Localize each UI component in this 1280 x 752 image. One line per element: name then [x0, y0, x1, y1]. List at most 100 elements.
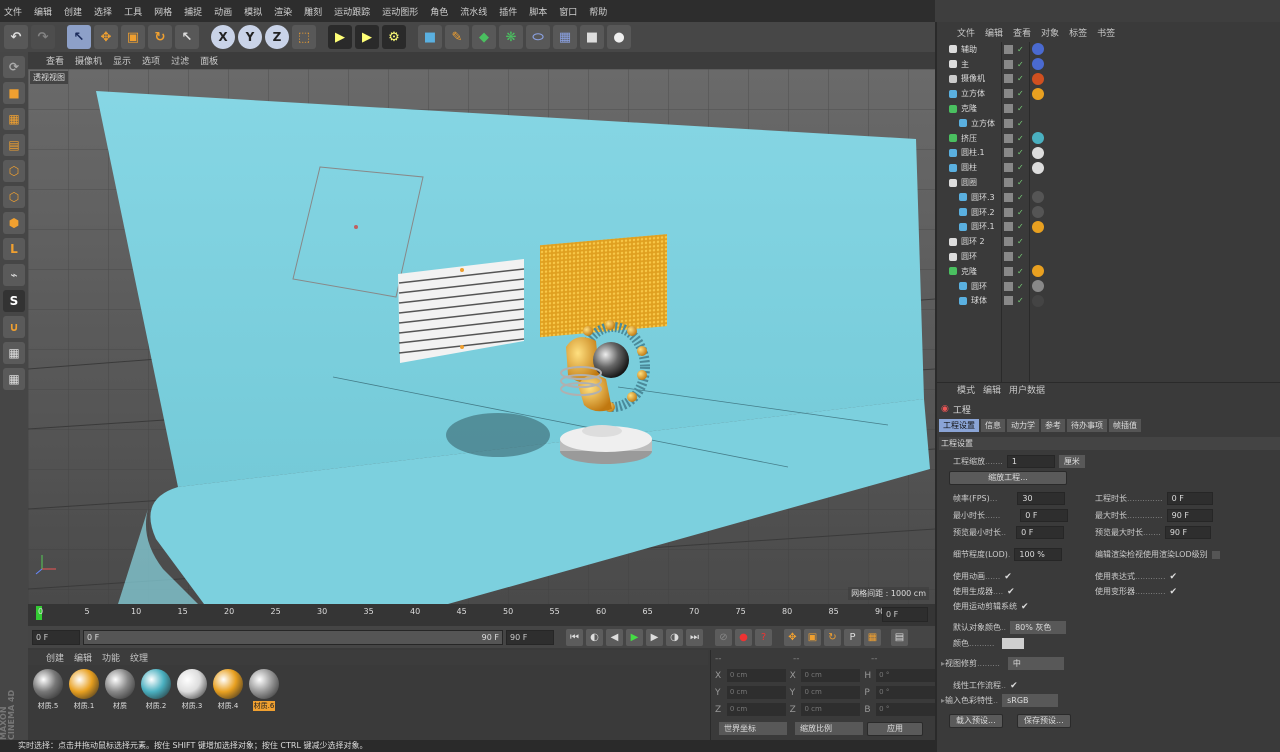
- visibility-toggle-icon[interactable]: [1004, 44, 1013, 54]
- visibility-toggle-icon[interactable]: [1004, 89, 1013, 99]
- light-icon[interactable]: ●: [607, 25, 631, 49]
- menu-item[interactable]: 运动图形: [382, 5, 418, 18]
- material-swatch[interactable]: 材质.5: [32, 669, 64, 736]
- attribute-tab[interactable]: 动力学: [1007, 419, 1039, 432]
- menu-item[interactable]: 文件: [4, 5, 22, 18]
- prev-key-icon[interactable]: ◐: [586, 628, 603, 646]
- material-tag-icon[interactable]: [1032, 161, 1044, 174]
- material-menu-item[interactable]: 功能: [102, 651, 120, 664]
- object-name[interactable]: 立方体: [961, 88, 985, 99]
- menu-item[interactable]: 选择: [94, 5, 112, 18]
- scale-project-button[interactable]: 缩放工程...: [949, 471, 1067, 485]
- material-swatch[interactable]: 材质.3: [176, 669, 208, 736]
- coord-field[interactable]: 0 cm: [801, 703, 861, 716]
- coord-field[interactable]: 0 cm: [726, 703, 786, 716]
- scale-mode-dropdown[interactable]: 缩放比例: [795, 722, 863, 735]
- color-swatch[interactable]: [1002, 638, 1025, 649]
- key-scale-icon[interactable]: ▣: [804, 628, 821, 646]
- max-time-field[interactable]: 90 F: [1166, 509, 1213, 522]
- visibility-toggle-icon[interactable]: [1004, 222, 1013, 232]
- viewport-menu-item[interactable]: 查看: [46, 54, 64, 67]
- enabled-check-icon[interactable]: ✓: [1017, 134, 1024, 143]
- menu-item[interactable]: 窗口: [559, 5, 577, 18]
- material-tag-icon[interactable]: [1032, 206, 1044, 219]
- object-row[interactable]: 球体 ✓: [937, 294, 1280, 309]
- go-to-start-icon[interactable]: ⏮: [566, 628, 583, 646]
- redo-icon[interactable]: ↷: [31, 25, 55, 49]
- object-name[interactable]: 主: [961, 59, 969, 70]
- enabled-check-icon[interactable]: ✓: [1017, 148, 1024, 157]
- world-coordinates-dropdown[interactable]: 世界坐标: [719, 722, 787, 735]
- viewport-menu-item[interactable]: 面板: [200, 54, 218, 67]
- enabled-check-icon[interactable]: ✓: [1017, 89, 1024, 98]
- material-tag-icon[interactable]: [1032, 72, 1044, 85]
- object-row[interactable]: 摄像机 ✓: [937, 72, 1280, 87]
- object-row[interactable]: 辅助 ✓: [937, 42, 1280, 57]
- object-name[interactable]: 圆柱: [961, 162, 977, 173]
- lod-field[interactable]: 100 %: [1014, 548, 1063, 561]
- material-tag-icon[interactable]: [1032, 220, 1044, 233]
- min-time-field[interactable]: 0 F: [1020, 509, 1069, 522]
- object-menu-item[interactable]: 查看: [1013, 26, 1031, 40]
- menu-item[interactable]: 帮助: [589, 5, 607, 18]
- object-row[interactable]: 立方体 ✓: [937, 116, 1280, 131]
- use-deformers-checkbox[interactable]: ✔: [1170, 587, 1178, 597]
- attribute-menu-item[interactable]: 编辑: [983, 383, 1001, 396]
- object-name[interactable]: 圆环.2: [971, 207, 995, 218]
- save-preset-button[interactable]: 保存预设...: [1017, 714, 1071, 728]
- object-name[interactable]: 圆环: [961, 251, 977, 262]
- start-frame-field[interactable]: 0 F: [32, 629, 80, 645]
- coord-field[interactable]: 0 cm: [726, 669, 786, 682]
- object-row[interactable]: 圆环 ✓: [937, 249, 1280, 264]
- menu-item[interactable]: 工具: [124, 5, 142, 18]
- object-menu-item[interactable]: 文件: [957, 26, 975, 40]
- attribute-tab[interactable]: 帧插值: [1109, 419, 1141, 432]
- menu-item[interactable]: 创建: [64, 5, 82, 18]
- material-tag-icon[interactable]: [1032, 191, 1044, 204]
- material-swatch[interactable]: 材质.6: [248, 669, 280, 736]
- visibility-toggle-icon[interactable]: [1004, 178, 1013, 188]
- visibility-toggle-icon[interactable]: [1004, 296, 1013, 306]
- material-swatch[interactable]: 材质.1: [68, 669, 100, 736]
- visibility-toggle-icon[interactable]: [1004, 237, 1013, 247]
- deformer-icon[interactable]: ⬭: [526, 25, 550, 49]
- project-scale-unit-dropdown[interactable]: 厘米: [1058, 455, 1085, 468]
- menu-item[interactable]: 脚本: [529, 5, 547, 18]
- enabled-check-icon[interactable]: ✓: [1017, 237, 1024, 246]
- texture-mode-icon[interactable]: ▦: [3, 108, 25, 130]
- undo-icon[interactable]: ↶: [4, 25, 28, 49]
- render-lod-checkbox[interactable]: [1211, 550, 1220, 559]
- visibility-toggle-icon[interactable]: [1004, 281, 1013, 291]
- apply-button[interactable]: 应用: [867, 721, 923, 736]
- enabled-check-icon[interactable]: ✓: [1017, 267, 1024, 276]
- material-tag-icon[interactable]: [1032, 146, 1044, 159]
- enabled-check-icon[interactable]: ✓: [1017, 119, 1024, 128]
- use-animation-checkbox[interactable]: ✔: [1004, 572, 1012, 582]
- material-swatch[interactable]: 材质.2: [140, 669, 172, 736]
- magnet-icon[interactable]: ∪: [3, 316, 25, 338]
- material-tag-icon[interactable]: [1032, 280, 1044, 293]
- enabled-check-icon[interactable]: ✓: [1017, 74, 1024, 83]
- enabled-check-icon[interactable]: ✓: [1017, 252, 1024, 261]
- object-row[interactable]: 圆柱.1 ✓: [937, 146, 1280, 161]
- object-name[interactable]: 立方体: [971, 118, 995, 129]
- visibility-toggle-icon[interactable]: [1004, 192, 1013, 202]
- object-row[interactable]: 圆环 ✓: [937, 279, 1280, 294]
- visibility-toggle-icon[interactable]: [1004, 59, 1013, 69]
- menu-item[interactable]: 捕捉: [184, 5, 202, 18]
- enabled-check-icon[interactable]: ✓: [1017, 193, 1024, 202]
- menu-item[interactable]: 编辑: [34, 5, 52, 18]
- object-menu-item[interactable]: 对象: [1041, 26, 1059, 40]
- use-generators-checkbox[interactable]: ✔: [1007, 587, 1015, 597]
- visibility-toggle-icon[interactable]: [1004, 207, 1013, 217]
- lock-workplane-icon[interactable]: ▦: [3, 342, 25, 364]
- input-color-profile-dropdown[interactable]: sRGB: [1002, 694, 1059, 707]
- object-color-dropdown[interactable]: 80% 灰色: [1010, 621, 1067, 634]
- key-rotation-icon[interactable]: ↻: [824, 628, 841, 646]
- keyframe-icon[interactable]: ⊘: [715, 628, 732, 646]
- scale-icon[interactable]: ▣: [121, 25, 145, 49]
- render-picture-viewer-icon[interactable]: ▶: [355, 25, 379, 49]
- workplane-icon[interactable]: ▤: [3, 134, 25, 156]
- visibility-toggle-icon[interactable]: [1004, 133, 1013, 143]
- autokey-icon[interactable]: ?: [755, 628, 772, 646]
